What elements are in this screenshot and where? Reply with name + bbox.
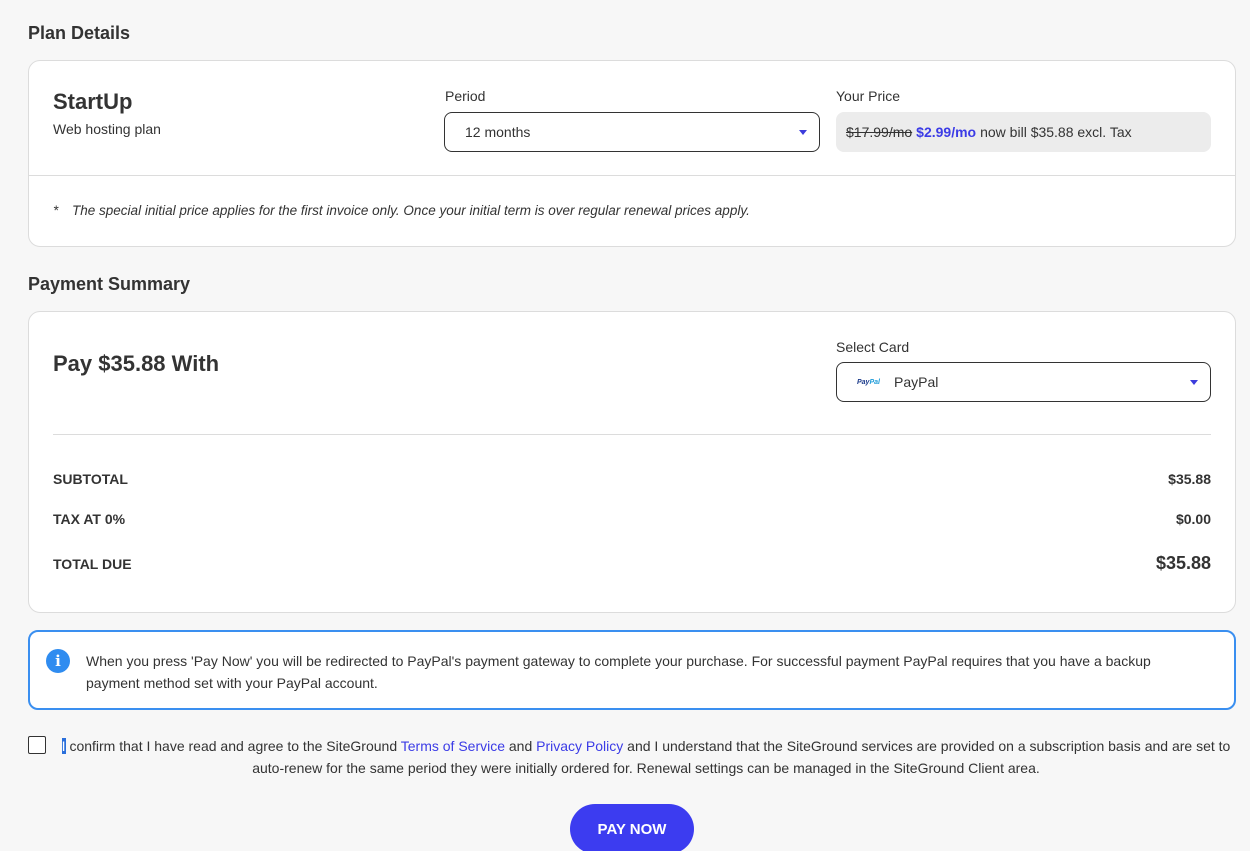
plan-subtitle: Web hosting plan — [53, 121, 161, 137]
divider — [53, 434, 1211, 435]
privacy-policy-link[interactable]: Privacy Policy — [536, 738, 623, 754]
price-summary: $17.99/mo $2.99/mo now bill $35.88 excl.… — [836, 112, 1211, 152]
divider — [29, 175, 1235, 176]
pay-now-button[interactable]: PAY NOW — [570, 804, 694, 851]
pay-amount-title: Pay $35.88 With — [53, 351, 220, 376]
subtotal-value: $35.88 — [1168, 471, 1211, 487]
card-select-value: PayPal — [893, 374, 939, 390]
terms-confirmation: I confirm that I have read and agree to … — [56, 735, 1236, 779]
total-due-value: $35.88 — [1155, 553, 1211, 573]
subtotal-label: SUBTOTAL — [53, 471, 128, 487]
terms-checkbox[interactable] — [28, 736, 46, 754]
billing-note: now bill $35.88 excl. Tax — [980, 124, 1132, 140]
info-icon: i — [46, 649, 70, 673]
chevron-down-icon — [1190, 380, 1198, 385]
footnote-text: The special initial price applies for th… — [72, 203, 750, 218]
plan-details-heading: Plan Details — [28, 23, 131, 43]
tax-value: $0.00 — [1175, 511, 1211, 527]
card-select[interactable]: PayPal PayPal — [836, 362, 1211, 402]
paypal-redirect-notice: i When you press 'Pay Now' you will be r… — [28, 630, 1236, 710]
period-label: Period — [445, 88, 486, 104]
period-select[interactable]: 12 months — [444, 112, 820, 152]
payment-summary-card: Pay $35.88 With Select Card PayPal PayPa… — [28, 311, 1236, 613]
card-label: Select Card — [836, 339, 910, 355]
plan-name: StartUp — [53, 89, 133, 114]
tax-label: TAX AT 0% — [53, 511, 126, 527]
period-select-value: 12 months — [465, 124, 531, 140]
plan-details-card: StartUp Web hosting plan Period 12 month… — [28, 60, 1236, 247]
confirm-text-1: confirm that I have read and agree to th… — [65, 738, 401, 754]
paypal-logo-pay: Pay — [857, 378, 870, 386]
payment-summary-heading: Payment Summary — [28, 274, 191, 294]
new-price: $2.99/mo — [916, 124, 977, 140]
notice-text: When you press 'Pay Now' you will be red… — [86, 653, 1151, 691]
price-label: Your Price — [836, 88, 901, 104]
old-price: $17.99/mo — [846, 124, 913, 140]
price-footnote: * The special initial price applies for … — [53, 203, 750, 218]
paypal-logo-icon: PayPal — [857, 379, 880, 386]
chevron-down-icon — [799, 130, 807, 135]
terms-of-service-link[interactable]: Terms of Service — [401, 738, 505, 754]
footnote-marker: * — [53, 203, 59, 218]
confirm-text-2: and — [505, 738, 537, 754]
total-due-label: TOTAL DUE — [53, 556, 132, 572]
paypal-logo-pal: Pal — [869, 378, 880, 386]
